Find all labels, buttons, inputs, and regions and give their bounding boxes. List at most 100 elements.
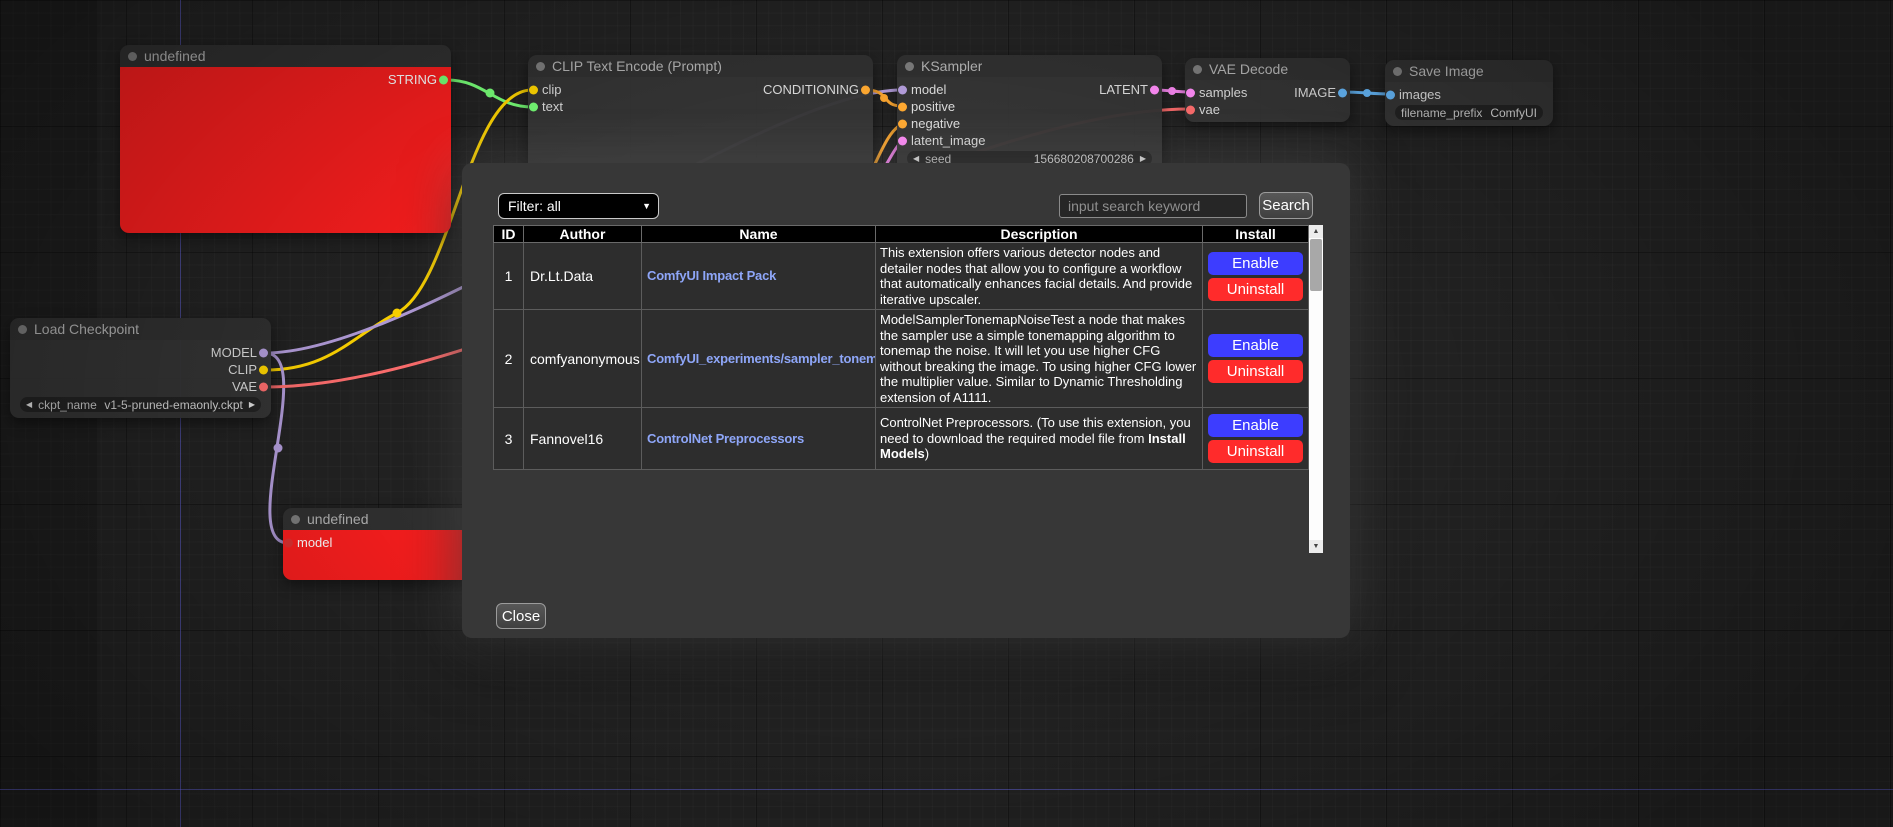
scroll-up-icon[interactable]: ▲ xyxy=(1309,225,1323,238)
node-title-bar[interactable]: KSampler xyxy=(897,55,1162,77)
input-dot[interactable] xyxy=(1186,105,1195,114)
node-save-image[interactable]: Save Image images filename_prefix ComfyU… xyxy=(1385,60,1553,126)
filter-select[interactable]: Filter: all xyxy=(498,193,659,219)
slot-label: clip xyxy=(542,82,562,97)
node-title: VAE Decode xyxy=(1209,61,1288,77)
node-load-checkpoint[interactable]: Load Checkpoint MODEL CLIP VAE ◀ ckpt_na… xyxy=(10,318,271,418)
header-install: Install xyxy=(1203,226,1309,243)
output-dot[interactable] xyxy=(259,365,268,374)
slot-label: images xyxy=(1399,87,1441,102)
link-center-dot[interactable] xyxy=(1363,89,1371,97)
node-title-bar[interactable]: VAE Decode xyxy=(1185,58,1350,80)
input-dot[interactable] xyxy=(898,136,907,145)
output-dot[interactable] xyxy=(1150,85,1159,94)
slot-row: vae xyxy=(1185,101,1350,118)
input-dot[interactable] xyxy=(898,102,907,111)
decrement-arrow-icon[interactable]: ◀ xyxy=(26,401,32,409)
output-dot[interactable] xyxy=(1338,88,1347,97)
collapse-dot-icon[interactable] xyxy=(291,515,300,524)
extension-link[interactable]: ComfyUI Impact Pack xyxy=(647,268,776,283)
enable-button[interactable]: Enable xyxy=(1208,252,1303,275)
slot-label: negative xyxy=(911,116,960,131)
node-title-bar[interactable]: Load Checkpoint xyxy=(10,318,271,340)
input-dot[interactable] xyxy=(1186,88,1195,97)
table-scrollbar[interactable]: ▲ ▼ xyxy=(1309,225,1323,553)
slot-row: text xyxy=(528,98,873,115)
slot-row: model LATENT xyxy=(897,81,1162,98)
filename-prefix-widget[interactable]: filename_prefix ComfyUI xyxy=(1395,105,1543,120)
node-title-bar[interactable]: undefined xyxy=(120,45,451,67)
node-undefined-top[interactable]: undefined STRING xyxy=(120,45,451,233)
node-title-bar[interactable]: Save Image xyxy=(1385,60,1553,82)
link-center-dot[interactable] xyxy=(274,444,283,453)
input-dot[interactable] xyxy=(898,119,907,128)
header-description: Description xyxy=(876,226,1203,243)
filter-select-wrap: Filter: all ▼ xyxy=(498,193,659,219)
slot-row: latent_image xyxy=(897,132,1162,149)
install-cell: Enable Uninstall xyxy=(1203,243,1309,310)
slot-row: MODEL xyxy=(10,344,271,361)
input-dot[interactable] xyxy=(284,538,293,547)
input-dot[interactable] xyxy=(898,85,907,94)
node-title: Save Image xyxy=(1409,63,1484,79)
link-center-dot[interactable] xyxy=(486,89,495,98)
node-title: undefined xyxy=(144,48,206,64)
uninstall-button[interactable]: Uninstall xyxy=(1208,440,1303,463)
slot-row: negative xyxy=(897,115,1162,132)
uninstall-button[interactable]: Uninstall xyxy=(1208,278,1303,301)
link-center-dot[interactable] xyxy=(1168,87,1176,95)
scrollbar-thumb[interactable] xyxy=(1310,239,1322,291)
extension-description: This extension offers various detector n… xyxy=(876,243,1203,310)
node-title: KSampler xyxy=(921,58,982,74)
collapse-dot-icon[interactable] xyxy=(1393,67,1402,76)
input-dot[interactable] xyxy=(529,85,538,94)
slot-row: CLIP xyxy=(10,361,271,378)
slot-label: latent_image xyxy=(911,133,985,148)
slot-label: IMAGE xyxy=(1294,85,1336,100)
output-dot[interactable] xyxy=(259,382,268,391)
collapse-dot-icon[interactable] xyxy=(1193,65,1202,74)
input-dot[interactable] xyxy=(529,102,538,111)
slot-label: model xyxy=(911,82,946,97)
decrement-arrow-icon[interactable]: ◀ xyxy=(913,155,919,163)
output-dot[interactable] xyxy=(439,75,448,84)
extension-id: 2 xyxy=(494,310,524,408)
node-title-bar[interactable]: CLIP Text Encode (Prompt) xyxy=(528,55,873,77)
description-text: ControlNet Preprocessors. (To use this e… xyxy=(880,415,1191,446)
output-dot[interactable] xyxy=(259,348,268,357)
enable-button[interactable]: Enable xyxy=(1208,414,1303,437)
ckpt-name-widget[interactable]: ◀ ckpt_name v1-5-pruned-emaonly.ckpt ▶ xyxy=(20,397,261,412)
install-cell: Enable Uninstall xyxy=(1203,408,1309,470)
extension-link[interactable]: ControlNet Preprocessors xyxy=(647,431,804,446)
description-text: This extension offers various detector n… xyxy=(880,245,1192,307)
link-center-dot[interactable] xyxy=(880,94,888,102)
extension-link[interactable]: ComfyUI_experiments/sampler_tonemap xyxy=(647,351,876,366)
widget-label: filename_prefix xyxy=(1401,106,1482,120)
slot-label: CLIP xyxy=(228,362,257,377)
search-button[interactable]: Search xyxy=(1259,192,1313,219)
extension-row: 3 Fannovel16 ControlNet Preprocessors Co… xyxy=(494,408,1309,470)
node-vae-decode[interactable]: VAE Decode samples IMAGE vae xyxy=(1185,58,1350,122)
scroll-down-icon[interactable]: ▼ xyxy=(1309,540,1323,553)
node-clip-text-encode[interactable]: CLIP Text Encode (Prompt) clip CONDITION… xyxy=(528,55,873,173)
slot-label: VAE xyxy=(232,379,257,394)
slot-label: model xyxy=(297,535,332,550)
link-center-dot[interactable] xyxy=(393,309,402,318)
extension-description: ModelSamplerTonemapNoiseTest a node that… xyxy=(876,310,1203,408)
slot-label: text xyxy=(542,99,563,114)
enable-button[interactable]: Enable xyxy=(1208,334,1303,357)
collapse-dot-icon[interactable] xyxy=(128,52,137,61)
increment-arrow-icon[interactable]: ▶ xyxy=(1140,155,1146,163)
output-dot[interactable] xyxy=(861,85,870,94)
graph-canvas[interactable]: undefined STRING CLIP Text Encode (Promp… xyxy=(0,0,1893,827)
uninstall-button[interactable]: Uninstall xyxy=(1208,360,1303,383)
close-button[interactable]: Close xyxy=(496,603,546,629)
collapse-dot-icon[interactable] xyxy=(536,62,545,71)
input-dot[interactable] xyxy=(1386,90,1395,99)
increment-arrow-icon[interactable]: ▶ xyxy=(249,401,255,409)
widget-value: v1-5-pruned-emaonly.ckpt xyxy=(104,398,243,412)
slot-label: STRING xyxy=(388,72,437,87)
collapse-dot-icon[interactable] xyxy=(18,325,27,334)
search-input[interactable] xyxy=(1059,194,1247,218)
collapse-dot-icon[interactable] xyxy=(905,62,914,71)
